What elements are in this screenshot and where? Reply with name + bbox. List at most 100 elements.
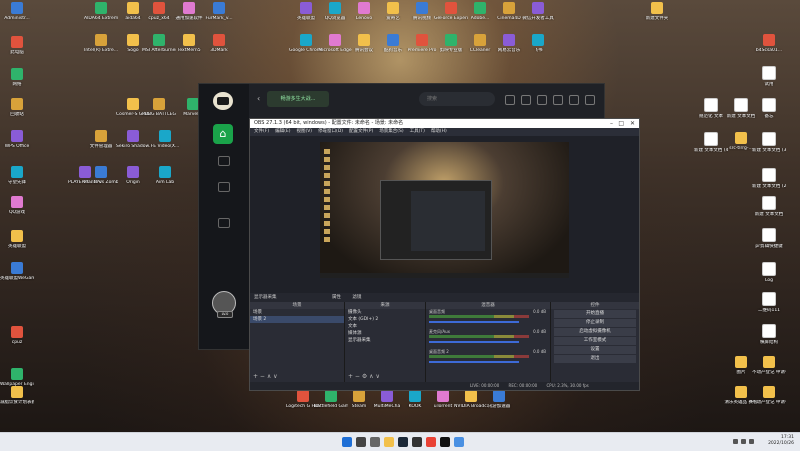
- close-icon[interactable]: [585, 95, 595, 105]
- volume-slider[interactable]: [429, 321, 519, 323]
- scene-item[interactable]: 场景: [250, 309, 344, 316]
- desktop-shortcut[interactable]: 微信开发者工具: [521, 2, 555, 21]
- desktop-shortcut[interactable]: QQ游戏: [0, 196, 34, 215]
- desktop-shortcut[interactable]: 新建 文本文档 (3): [752, 132, 786, 153]
- mixer-channel[interactable]: 桌面音频 0.0 dB: [426, 309, 550, 329]
- desktop-shortcut[interactable]: 回收站: [0, 98, 34, 117]
- gift-icon[interactable]: [521, 95, 531, 105]
- desktop-shortcut[interactable]: FurMark_v...: [202, 2, 236, 21]
- home-icon[interactable]: ⌂: [213, 124, 233, 144]
- task-view-icon[interactable]: [370, 437, 380, 447]
- start-streaming-button[interactable]: 开始直播: [554, 310, 636, 318]
- desktop-shortcut[interactable]: PUBG BATTLEGR...: [142, 98, 176, 117]
- obs-preview[interactable]: [320, 142, 569, 278]
- file-explorer-icon[interactable]: [384, 437, 394, 447]
- search-icon[interactable]: [356, 437, 366, 447]
- studio-mode-button[interactable]: 工作室模式: [554, 337, 636, 345]
- desktop-shortcut[interactable]: Intel(R) Extre...: [84, 34, 118, 53]
- source-item[interactable]: 显示器采集: [345, 337, 425, 344]
- desktop-shortcut[interactable]: Aim Lab: [148, 166, 182, 185]
- app-icon[interactable]: [454, 437, 464, 447]
- desktop-shortcut[interactable]: 规范化 文本: [694, 98, 728, 119]
- desktop-shortcut[interactable]: 新建 文本文档 (4): [694, 132, 728, 153]
- obs-menu-item[interactable]: 停靠窗口(D): [318, 129, 343, 134]
- desktop-shortcut[interactable]: 英雄联盟WeGame版: [0, 262, 34, 281]
- desktop-shortcut[interactable]: 文件管理器: [84, 130, 118, 149]
- desktop-shortcut[interactable]: 横屏结构: [752, 324, 786, 345]
- obs-menu-item[interactable]: 编辑(E): [275, 129, 290, 134]
- scene-add-remove-icons[interactable]: + − ∧ ∨: [253, 373, 278, 380]
- obs-menu-item[interactable]: 配置文件(P): [349, 129, 373, 134]
- close-icon[interactable]: ✕: [630, 119, 635, 128]
- mail-icon[interactable]: [505, 95, 515, 105]
- minimize-icon[interactable]: –: [610, 119, 613, 128]
- booster-icon[interactable]: [440, 437, 450, 447]
- obs-menu-item[interactable]: 视图(V): [296, 129, 312, 134]
- headset-icon[interactable]: [537, 95, 547, 105]
- settings-button[interactable]: 设置: [554, 346, 636, 354]
- source-item[interactable]: 文本: [345, 323, 425, 330]
- desktop-shortcut[interactable]: cpuz_x64: [142, 2, 176, 21]
- volume-slider[interactable]: [429, 361, 519, 363]
- network-icon[interactable]: [741, 439, 746, 444]
- volume-icon[interactable]: [749, 439, 754, 444]
- desktop-shortcut[interactable]: Administr...: [0, 2, 34, 21]
- source-item[interactable]: 媒体源: [345, 330, 425, 337]
- desktop-shortcut[interactable]: 不动产登记 申请书: [752, 386, 786, 405]
- search-input[interactable]: 搜索: [419, 92, 495, 106]
- desktop-shortcut[interactable]: 不动产登记 申请书: [752, 356, 786, 375]
- source-item[interactable]: 摄像头: [345, 309, 425, 316]
- desktop-shortcut[interactable]: pr剪辑快捷键: [752, 228, 786, 249]
- desktop-shortcut[interactable]: Plants vs Zombies...: [84, 166, 118, 185]
- desktop-shortcut[interactable]: 备忘: [752, 98, 786, 119]
- obs-menu-item[interactable]: 工具(T): [410, 129, 425, 134]
- volume-slider[interactable]: [429, 341, 519, 343]
- desktop-shortcut[interactable]: 守望先锋: [0, 166, 34, 185]
- desktop-shortcut[interactable]: Origin: [116, 166, 150, 185]
- desktop-shortcut[interactable]: cpuz: [0, 326, 34, 345]
- virtual-camera-button[interactable]: 启动虚拟摄像机: [554, 328, 636, 336]
- desktop-shortcut[interactable]: MSI Afterburner: [142, 34, 176, 53]
- desktop-shortcut[interactable]: 二维码111: [752, 292, 786, 313]
- properties-button[interactable]: 属性: [332, 295, 341, 300]
- desktop-shortcut[interactable]: 英雄联盟: [0, 230, 34, 249]
- desktop-shortcut[interactable]: AIDA64 Extreme: [84, 2, 118, 21]
- desktop-shortcut[interactable]: FE Video(X...: [148, 130, 182, 149]
- back-icon[interactable]: ‹: [257, 94, 260, 103]
- maximize-icon[interactable]: □: [618, 119, 624, 128]
- rocket-icon[interactable]: [218, 218, 230, 228]
- desktop-shortcut[interactable]: 此电脑: [0, 36, 34, 55]
- desktop-shortcut[interactable]: 讯游加速器: [482, 390, 516, 409]
- tray-chevron-icon[interactable]: [733, 439, 738, 444]
- obs-menu-item[interactable]: 文件(F): [254, 129, 269, 134]
- obs-window[interactable]: OBS 27.1.3 (64 bit, windows) - 配置文件: 未命名…: [249, 118, 640, 391]
- steam-icon[interactable]: [398, 437, 408, 447]
- scene-item[interactable]: 场景 2: [250, 316, 344, 323]
- exit-button[interactable]: 退出: [554, 355, 636, 363]
- desktop-shortcut[interactable]: TextMern5: [172, 34, 206, 53]
- desktop-shortcut[interactable]: 飞书: [521, 34, 555, 53]
- desktop-shortcut[interactable]: 3DMark: [202, 34, 236, 53]
- chrome-icon[interactable]: [426, 437, 436, 447]
- desktop-shortcut[interactable]: b4Scsa01...: [752, 34, 786, 53]
- shield-icon[interactable]: [218, 156, 230, 166]
- desktop-shortcut[interactable]: 新建 文本文档 (2): [752, 168, 786, 189]
- mixer-channel[interactable]: 麦克风/Aux 0.0 dB: [426, 329, 550, 349]
- stop-recording-button[interactable]: 停止录制: [554, 319, 636, 327]
- obs-menu-item[interactable]: 帮助(H): [431, 129, 447, 134]
- desktop-shortcut[interactable]: Wallpaper Engine: ...: [0, 368, 34, 387]
- obs-menu-item[interactable]: 场景集合(S): [379, 129, 403, 134]
- gamepad-icon[interactable]: [218, 182, 230, 192]
- source-add-remove-icons[interactable]: + − ⚙ ∧ ∨: [348, 373, 380, 380]
- desktop-shortcut[interactable]: 新建文件夹: [640, 2, 674, 21]
- desktop-shortcut[interactable]: WPS Office: [0, 130, 34, 149]
- clock[interactable]: 17:31 2022/10/26: [768, 435, 794, 447]
- desktop-shortcut[interactable]: Sekiro Shadow...: [116, 130, 150, 149]
- start-icon[interactable]: [342, 437, 352, 447]
- desktop-shortcut[interactable]: 减脂饮食计划表教程: [0, 386, 34, 405]
- menu-icon[interactable]: [553, 95, 563, 105]
- desktop-shortcut[interactable]: 网络: [0, 68, 34, 87]
- source-item[interactable]: 文本 (GDI+) 2: [345, 316, 425, 323]
- desktop-shortcut[interactable]: 通用加速软件: [172, 2, 206, 21]
- mixer-channel[interactable]: 桌面音频 2 0.0 dB: [426, 349, 550, 369]
